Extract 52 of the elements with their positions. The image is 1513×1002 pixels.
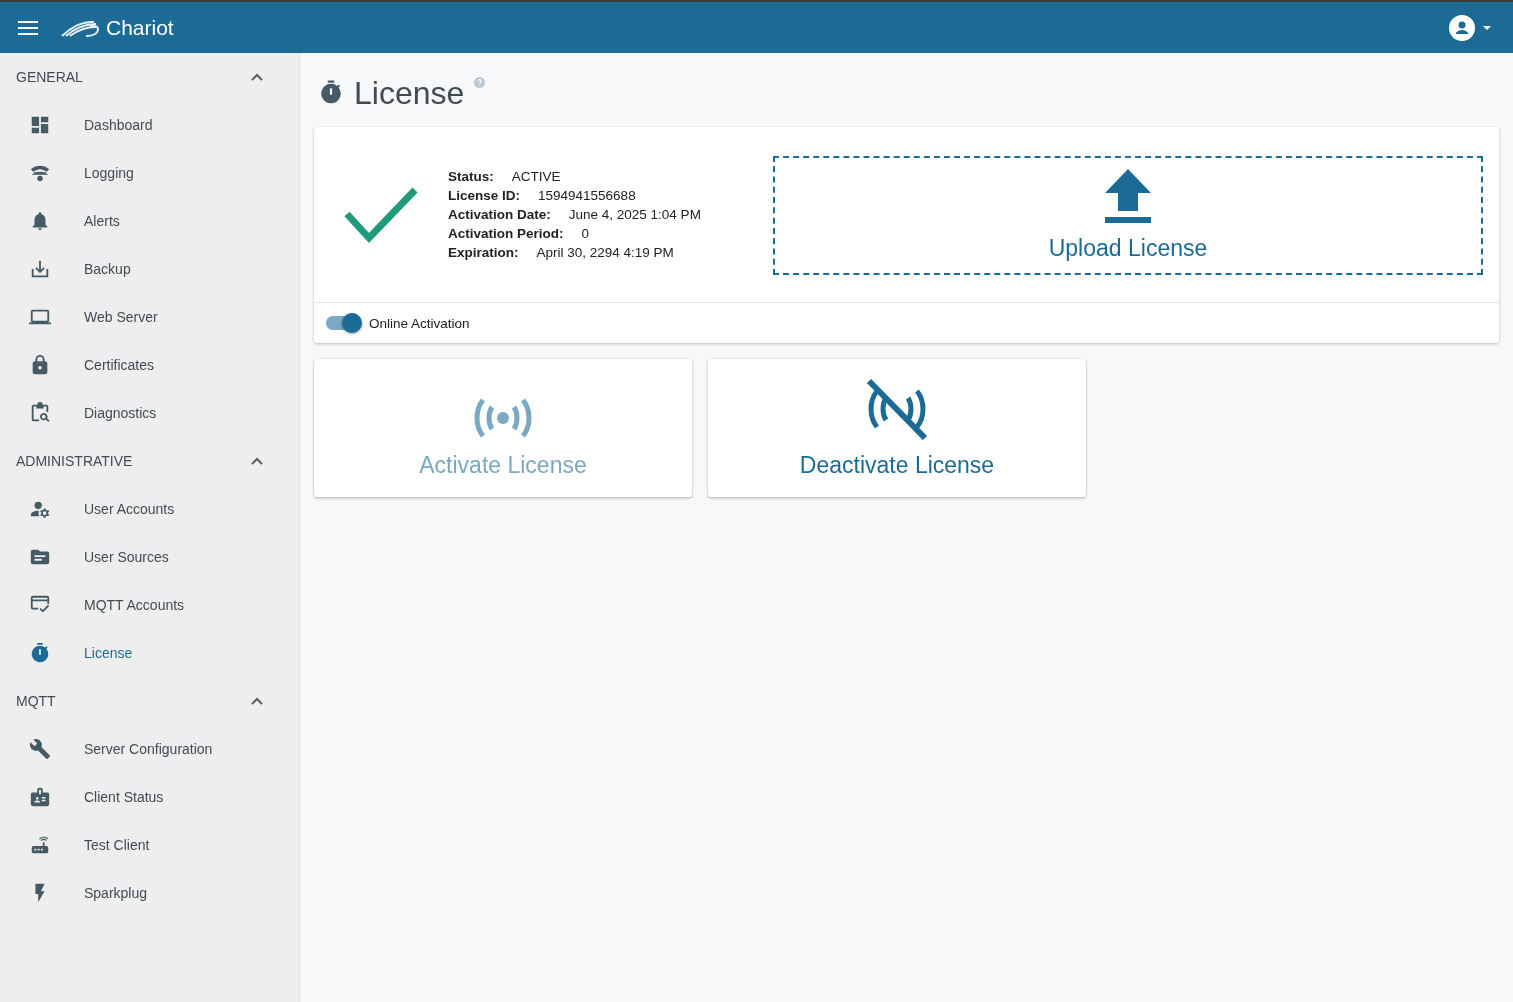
nav-icon <box>29 642 51 664</box>
nav-icon <box>29 114 51 136</box>
detail-value: April 30, 2294 4:19 PM <box>536 245 674 260</box>
nav-icon <box>29 402 51 424</box>
section-header[interactable]: GENERAL <box>0 53 299 101</box>
sidebar-item[interactable]: Backup <box>0 245 299 293</box>
nav-icon <box>29 786 51 808</box>
action-card-button[interactable]: Deactivate License <box>708 359 1086 497</box>
detail-value: June 4, 2025 1:04 PM <box>568 207 701 222</box>
sidebar-item[interactable]: Alerts <box>0 197 299 245</box>
app-title: Chariot <box>106 15 174 40</box>
menu-icon <box>18 20 38 35</box>
section-header[interactable]: ADMINISTRATIVE <box>0 437 299 485</box>
sidebar-item[interactable]: License <box>0 629 299 677</box>
chevron-icon <box>251 457 263 465</box>
toggle-label: Online Activation <box>369 315 470 331</box>
sidebar-item[interactable]: Diagnostics <box>0 389 299 437</box>
sidebar-item[interactable]: User Accounts <box>0 485 299 533</box>
sidebar-item[interactable]: Dashboard <box>0 101 299 149</box>
checkmark-icon <box>344 185 418 244</box>
sidebar-item[interactable]: Web Server <box>0 293 299 341</box>
caret-icon <box>1483 25 1491 30</box>
nav-icon <box>29 738 51 760</box>
sidebar-item[interactable]: Logging <box>0 149 299 197</box>
upload-icon <box>1105 168 1151 223</box>
chevron-icon <box>251 697 263 705</box>
section-header[interactable]: MQTT <box>0 677 299 725</box>
sidebar-item[interactable]: Certificates <box>0 341 299 389</box>
account-icon <box>1449 14 1475 41</box>
detail-value: 0 <box>581 226 590 241</box>
sidebar-item[interactable]: Sparkplug <box>0 869 299 917</box>
detail-value: 1594941556688 <box>538 188 636 203</box>
chevron-icon <box>251 73 263 81</box>
sidebar-item[interactable]: MQTT Accounts <box>0 581 299 629</box>
detail-label: Expiration: <box>448 245 519 260</box>
detail-label: Activation Period: <box>448 226 564 241</box>
account-menu-button[interactable] <box>1449 14 1491 41</box>
toggle-switch[interactable] <box>326 316 360 330</box>
nav-icon <box>29 258 51 280</box>
detail-label: Status: <box>448 169 494 184</box>
menu-button[interactable] <box>18 20 38 35</box>
detail-value: ACTIVE <box>511 169 561 184</box>
sidebar-item[interactable]: Test Client <box>0 821 299 869</box>
detail-label: License ID: <box>448 188 521 203</box>
detail-label: Activation Date: <box>448 207 551 222</box>
broadcast-off-icon <box>864 378 930 440</box>
sidebar-item[interactable]: User Sources <box>0 533 299 581</box>
page-title: License <box>354 75 465 111</box>
upload-drop-zone[interactable]: Upload License <box>773 155 1483 275</box>
nav-icon <box>29 834 51 856</box>
sidebar-item[interactable]: Server Configuration <box>0 725 299 773</box>
sidebar-item[interactable]: Client Status <box>0 773 299 821</box>
